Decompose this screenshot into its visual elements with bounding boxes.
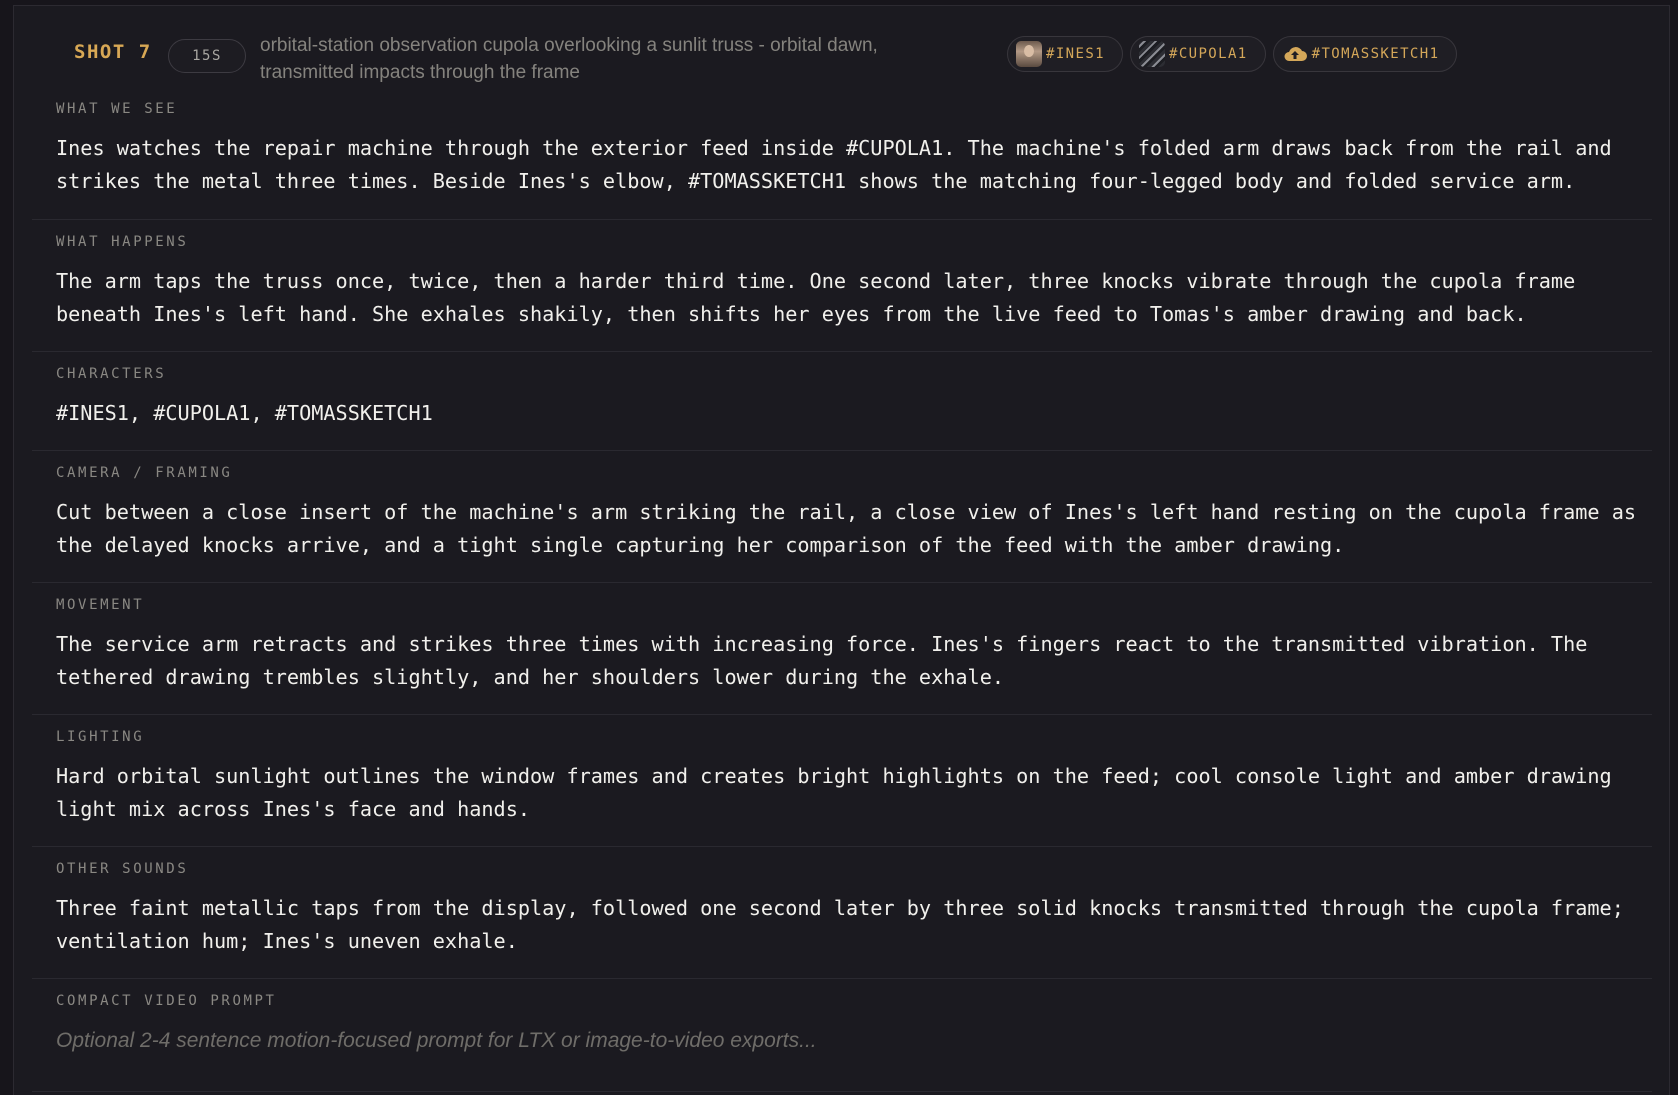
section-what-happens: WHAT HAPPENS The arm taps the truss once… <box>32 219 1652 352</box>
section-title: WHAT WE SEE <box>56 101 178 117</box>
portrait-thumbnail <box>1016 41 1042 67</box>
tag-label: #CUPOLA1 <box>1168 46 1248 62</box>
section-title: CAMERA / FRAMING <box>56 465 233 481</box>
section-title: OTHER SOUNDS <box>56 861 189 877</box>
section-title: WHAT HAPPENS <box>56 234 189 250</box>
section-title: MOVEMENT <box>56 597 145 613</box>
shot-number: SHOT 7 <box>74 41 152 63</box>
tag-label: #TOMASSKETCH1 <box>1311 46 1440 62</box>
section-characters: CHARACTERS #INES1, #CUPOLA1, #TOMASSKETC… <box>32 351 1652 451</box>
what-we-see-text[interactable]: Ines watches the repair machine through … <box>56 132 1656 198</box>
reference-tags: #INES1 #CUPOLA1 #TOMASSKETCH1 <box>1007 36 1458 72</box>
shot-header: SHOT 7 15S orbital-station observation c… <box>14 6 1669 94</box>
camera-framing-text[interactable]: Cut between a close insert of the machin… <box>56 496 1656 562</box>
other-sounds-text[interactable]: Three faint metallic taps from the displ… <box>56 892 1656 958</box>
movement-text[interactable]: The service arm retracts and strikes thr… <box>56 628 1656 694</box>
tag-label: #INES1 <box>1046 46 1105 62</box>
section-compact-video-prompt: COMPACT VIDEO PROMPT Optional 2-4 senten… <box>32 978 1652 1092</box>
tag-cupola1[interactable]: #CUPOLA1 <box>1129 36 1266 72</box>
shot-description[interactable]: orbital-station observation cupola overl… <box>260 32 900 86</box>
duration-badge[interactable]: 15S <box>168 39 246 73</box>
section-movement: MOVEMENT The service arm retracts and st… <box>32 582 1652 715</box>
compact-video-prompt-input[interactable]: Optional 2-4 sentence motion-focused pro… <box>56 1024 1656 1057</box>
section-title: COMPACT VIDEO PROMPT <box>56 993 277 1009</box>
section-camera-framing: CAMERA / FRAMING Cut between a close ins… <box>32 450 1652 583</box>
characters-text[interactable]: #INES1, #CUPOLA1, #TOMASSKETCH1 <box>56 397 1656 430</box>
cupola-thumbnail <box>1138 41 1165 67</box>
tag-tomassketch1[interactable]: #TOMASSKETCH1 <box>1272 36 1458 72</box>
shot-card: SHOT 7 15S orbital-station observation c… <box>13 5 1670 1095</box>
section-title: CHARACTERS <box>56 366 167 382</box>
cloud-upload-icon <box>1282 41 1308 67</box>
what-happens-text[interactable]: The arm taps the truss once, twice, then… <box>56 265 1656 331</box>
section-lighting: LIGHTING Hard orbital sunlight outlines … <box>32 714 1652 847</box>
lighting-text[interactable]: Hard orbital sunlight outlines the windo… <box>56 760 1656 826</box>
section-what-we-see: WHAT WE SEE Ines watches the repair mach… <box>32 94 1652 220</box>
section-other-sounds: OTHER SOUNDS Three faint metallic taps f… <box>32 846 1652 979</box>
section-title: LIGHTING <box>56 729 145 745</box>
tag-ines1[interactable]: #INES1 <box>1007 36 1123 72</box>
